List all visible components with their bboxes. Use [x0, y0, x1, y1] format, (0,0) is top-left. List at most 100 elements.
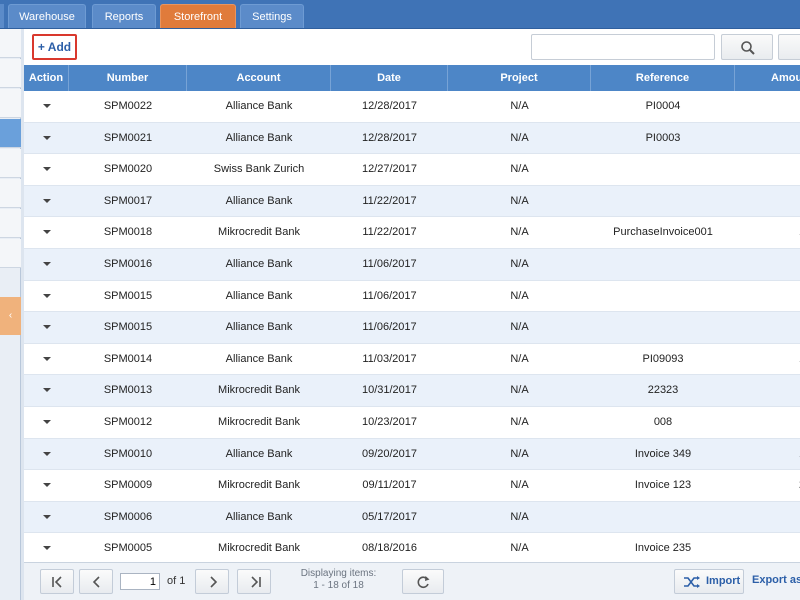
row-action-dropdown[interactable] — [24, 502, 69, 533]
column-header-date[interactable]: Date — [331, 65, 448, 91]
table-row[interactable]: SPM0005 Mikrocredit Bank 08/18/2016 N/A Invo… — [24, 533, 800, 562]
cell-project: N/A — [510, 194, 529, 207]
row-action-dropdown[interactable] — [24, 91, 69, 122]
table-row[interactable]: SPM0010 Alliance Bank 09/20/2017 N/A Invoice… — [24, 438, 800, 471]
prev-page-button[interactable] — [79, 569, 113, 594]
cell-project: N/A — [510, 415, 529, 428]
cell-reference: Invoice 235 — [634, 542, 692, 555]
cell-number: SPM0006 — [103, 510, 153, 523]
cell-project: N/A — [510, 163, 529, 176]
row-action-dropdown[interactable] — [24, 470, 69, 501]
cell-date: 12/27/2017 — [361, 163, 418, 176]
tab-reports[interactable]: Reports — [92, 4, 156, 28]
tab-warehouse[interactable]: Warehouse — [8, 4, 86, 28]
row-action-dropdown[interactable] — [24, 217, 69, 248]
table-row[interactable]: SPM0015 Alliance Bank 11/06/2017 N/A — [24, 312, 800, 344]
table-row[interactable]: SPM0015 Alliance Bank 11/06/2017 N/A — [24, 281, 800, 313]
first-page-button[interactable] — [40, 569, 74, 594]
table-row[interactable]: SPM0006 Alliance Bank 05/17/2017 N/A — [24, 501, 800, 534]
table-row[interactable]: SPM0014 Alliance Bank 11/03/2017 N/A PI09093… — [24, 344, 800, 376]
payments-grid: Action Number Account Date Project Refer… — [24, 65, 800, 562]
row-action-dropdown[interactable] — [24, 123, 69, 154]
cell-number: SPM0015 — [103, 321, 153, 334]
row-action-dropdown[interactable] — [24, 154, 69, 185]
column-header-number[interactable]: Number — [69, 65, 187, 91]
cell-reference: PI09093 — [642, 352, 684, 365]
row-action-dropdown[interactable] — [24, 312, 69, 343]
table-row[interactable]: SPM0013 Mikrocredit Bank 10/31/2017 N/A 2232… — [24, 375, 800, 407]
table-row[interactable]: SPM0012 Mikrocredit Bank 10/23/2017 N/A 008 — [24, 407, 800, 439]
table-row[interactable]: SPM0018 Mikrocredit Bank 11/22/2017 N/A Purc… — [24, 217, 800, 249]
sidebar-item[interactable] — [0, 149, 21, 178]
search-button[interactable] — [721, 34, 773, 60]
column-header-reference[interactable]: Reference — [591, 65, 735, 91]
add-button[interactable]: + Add — [32, 34, 77, 60]
sidebar-collapse-icon[interactable]: ‹ — [0, 297, 21, 335]
caret-down-icon — [42, 230, 51, 235]
caret-down-icon — [42, 514, 51, 519]
cell-number: SPM0022 — [103, 100, 153, 112]
cell-reference: Invoice 123 — [634, 479, 692, 492]
next-page-button[interactable] — [195, 569, 229, 594]
table-row[interactable]: SPM0022 Alliance Bank 12/28/2017 N/A PI0004 — [24, 91, 800, 123]
tab-settings[interactable]: Settings — [240, 4, 304, 28]
row-action-dropdown[interactable] — [24, 533, 69, 562]
last-page-button[interactable] — [237, 569, 271, 594]
cell-date: 11/03/2017 — [362, 352, 417, 365]
sidebar-item-selected[interactable] — [0, 119, 21, 148]
cell-project: N/A — [510, 542, 529, 555]
cell-date: 11/06/2017 — [362, 321, 417, 334]
cell-amount — [735, 375, 800, 406]
column-header-action[interactable]: Action — [24, 65, 69, 91]
display-info-range: 1 - 18 of 18 — [313, 580, 364, 591]
caret-down-icon — [42, 325, 51, 330]
cell-account: Alliance Bank — [225, 100, 293, 112]
export-button[interactable]: Export as — [748, 569, 800, 594]
row-action-dropdown[interactable] — [24, 281, 69, 312]
cell-amount — [735, 91, 800, 122]
tab-storefront[interactable]: Storefront — [160, 4, 236, 28]
cell-account: Mikrocredit Bank — [218, 542, 300, 555]
row-action-dropdown[interactable] — [24, 249, 69, 280]
sidebar-item[interactable] — [0, 209, 21, 238]
search-icon — [741, 41, 755, 55]
cell-project: N/A — [510, 352, 529, 365]
cell-date: 08/18/2016 — [361, 542, 418, 555]
page-number-input[interactable] — [120, 573, 160, 590]
table-row[interactable]: SPM0009 Mikrocredit Bank 09/11/2017 N/A Invo… — [24, 470, 800, 502]
cell-project: N/A — [510, 384, 529, 397]
sidebar-item[interactable] — [0, 239, 21, 268]
caret-down-icon — [42, 262, 51, 267]
table-row[interactable]: SPM0017 Alliance Bank 11/22/2017 N/A — [24, 185, 800, 218]
cell-account: Mikrocredit Bank — [218, 226, 300, 239]
caret-down-icon — [42, 388, 51, 393]
column-header-amount[interactable]: Amou — [735, 65, 800, 91]
cell-amount — [735, 154, 800, 185]
search-input[interactable] — [531, 34, 715, 60]
cell-project: N/A — [510, 289, 529, 302]
row-action-dropdown[interactable] — [24, 344, 69, 375]
cell-amount — [735, 407, 800, 438]
row-action-dropdown[interactable] — [24, 407, 69, 438]
tab-stub — [0, 4, 4, 28]
table-row[interactable]: SPM0020 Swiss Bank Zurich 12/27/2017 N/A — [24, 154, 800, 186]
toolbar: + Add — [24, 29, 800, 65]
row-action-dropdown[interactable] — [24, 186, 69, 217]
sidebar-item[interactable] — [0, 89, 21, 118]
sidebar-item[interactable] — [0, 179, 21, 208]
cell-number: SPM0010 — [103, 447, 153, 460]
table-row[interactable]: SPM0016 Alliance Bank 11/06/2017 N/A — [24, 248, 800, 281]
refresh-button[interactable] — [402, 569, 444, 594]
table-row[interactable]: SPM0021 Alliance Bank 12/28/2017 N/A PI0003 — [24, 122, 800, 155]
sidebar-item[interactable] — [0, 59, 21, 88]
import-button[interactable]: Import — [674, 569, 744, 594]
row-action-dropdown[interactable] — [24, 439, 69, 470]
cell-project: N/A — [510, 510, 529, 523]
column-header-project[interactable]: Project — [448, 65, 591, 91]
sidebar-item[interactable] — [0, 29, 21, 58]
row-action-dropdown[interactable] — [24, 375, 69, 406]
column-header-account[interactable]: Account — [187, 65, 331, 91]
more-options-button[interactable] — [778, 34, 800, 60]
cell-number: SPM0012 — [103, 415, 153, 428]
cell-number: SPM0016 — [103, 257, 153, 270]
